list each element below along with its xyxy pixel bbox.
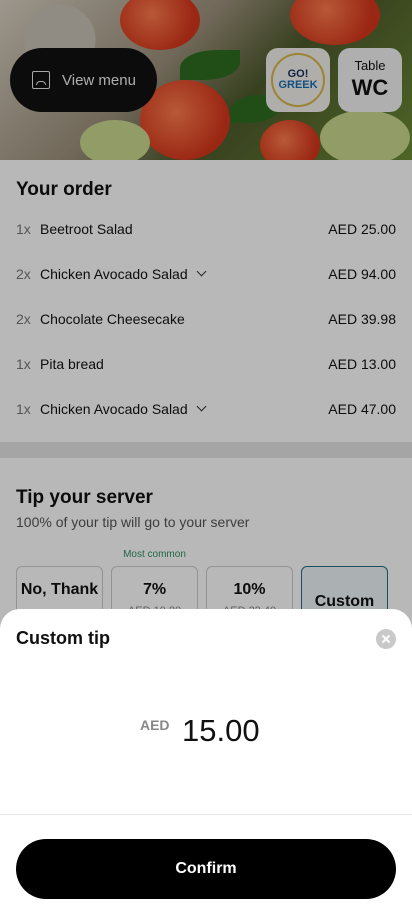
custom-tip-amount-field: AED xyxy=(0,713,412,749)
sheet-title: Custom tip xyxy=(16,628,110,648)
confirm-button[interactable]: Confirm xyxy=(16,839,396,899)
close-icon[interactable] xyxy=(376,629,396,649)
sheet-divider xyxy=(0,814,412,815)
currency-label: AED xyxy=(139,717,170,733)
custom-tip-sheet: Custom tip AED Confirm xyxy=(0,609,412,915)
custom-tip-input[interactable] xyxy=(182,713,272,749)
